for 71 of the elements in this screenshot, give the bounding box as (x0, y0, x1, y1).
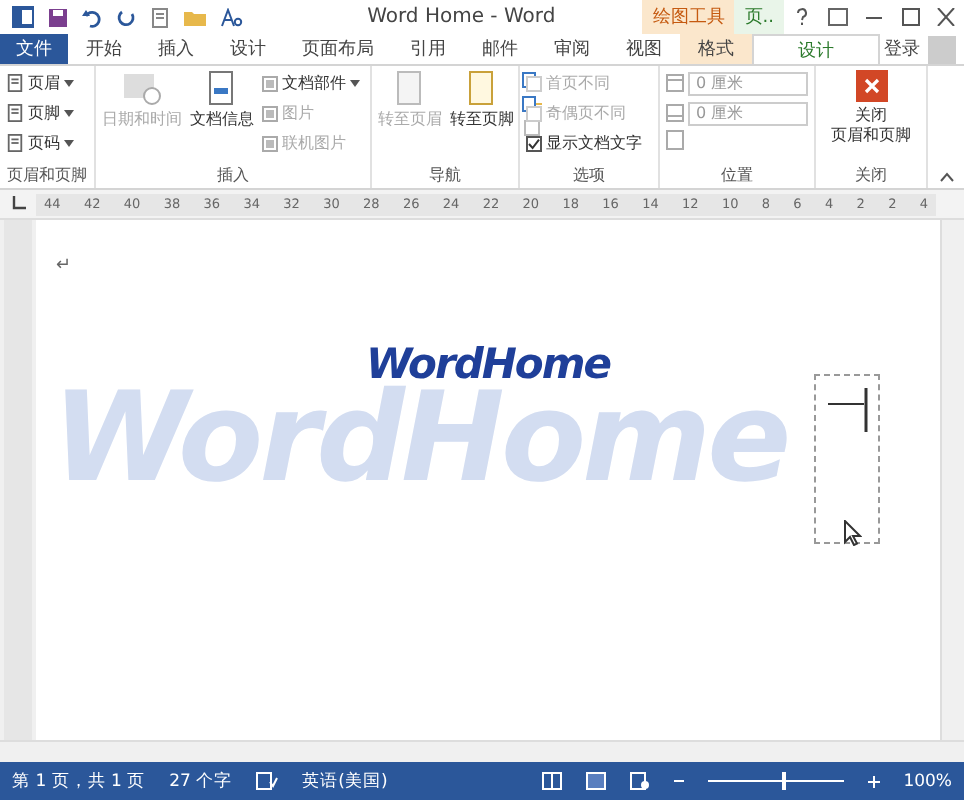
ribbon-tab[interactable]: 设计 (752, 34, 880, 64)
group-label: 导航 (427, 164, 463, 186)
group-label: 插入 (215, 164, 251, 186)
ribbon-tab[interactable]: 开始 (68, 34, 140, 64)
ribbon-tab[interactable]: 邮件 (464, 34, 536, 64)
page-icon (6, 134, 24, 152)
caret-icon (64, 79, 74, 87)
close-header-footer-button[interactable]: 关闭 页眉和页脚 (831, 70, 911, 164)
margin-icon (666, 104, 684, 122)
page-icon (6, 104, 24, 122)
undo-icon[interactable] (82, 7, 102, 27)
ribbon-tab[interactable]: 引用 (392, 34, 464, 64)
calendar-clock-icon (122, 70, 162, 106)
horizontal-scrollbar[interactable] (0, 740, 964, 762)
go-to-footer-button[interactable]: 转至页脚 (450, 70, 514, 164)
redo-icon[interactable] (116, 7, 136, 27)
save-icon[interactable] (48, 7, 68, 27)
context-tab-header: 绘图工具 (642, 0, 735, 34)
web-layout-icon[interactable] (629, 772, 650, 790)
ribbon-tab[interactable]: 格式 (680, 34, 752, 64)
group-label: 关闭 (853, 164, 889, 186)
word-logo-icon[interactable] (12, 6, 34, 28)
option-label: 奇偶页不同 (546, 102, 626, 124)
sign-in-link[interactable]: 登录 (884, 34, 928, 64)
ribbon-dropdown-button[interactable]: 页码 (6, 130, 74, 156)
page-count: 第 1 页，共 1 页 (12, 769, 146, 793)
ribbon-dropdown-button[interactable]: 页眉 (6, 70, 74, 96)
language-label[interactable]: 英语(美国) (302, 769, 388, 793)
group-label: 选项 (571, 164, 607, 186)
mouse-cursor-icon (844, 520, 862, 546)
paragraph-mark: ↵ (56, 256, 72, 276)
zoom-in-icon[interactable] (867, 775, 880, 787)
page-icon (394, 70, 426, 106)
close-icon (863, 78, 879, 94)
ribbon-tab[interactable]: 页面布局 (284, 34, 392, 64)
group-label: 位置 (719, 164, 755, 186)
ribbon-tab[interactable]: 文件 (0, 34, 68, 64)
new-document-icon (150, 7, 170, 27)
group-label: 页眉和页脚 (6, 164, 88, 186)
print-layout-icon[interactable] (585, 772, 606, 790)
margin-icon (666, 74, 684, 92)
zoom-out-icon[interactable] (673, 776, 684, 786)
parts-icon (262, 75, 278, 91)
word-count: 27 个字 (169, 769, 233, 793)
document-icon (206, 70, 238, 106)
ribbon-tab[interactable]: 插入 (140, 34, 212, 64)
zoom-slider-thumb[interactable] (782, 772, 787, 790)
option-label: 首页不同 (546, 72, 610, 94)
checkbox[interactable] (526, 135, 542, 151)
proofing-icon[interactable] (256, 772, 279, 790)
document-info-button[interactable]: 文档信息 (190, 70, 254, 164)
window-title: Word Home - Word (365, 6, 558, 28)
ribbon-dropdown-button[interactable]: 页脚 (6, 100, 74, 126)
caret-icon (64, 139, 74, 147)
link-icon[interactable] (522, 118, 542, 138)
caret-icon (350, 79, 360, 87)
collapse-ribbon-icon[interactable] (940, 172, 954, 182)
ribbon-tab[interactable]: 视图 (608, 34, 680, 64)
ribbon-tab[interactable]: 审阅 (536, 34, 608, 64)
ribbon-tab[interactable]: 设计 (212, 34, 284, 64)
page-icon (466, 70, 498, 106)
read-mode-icon[interactable] (541, 772, 562, 790)
page-icon (6, 74, 24, 92)
option-label: 显示文档文字 (546, 132, 642, 154)
context-tab-header: 页.. (734, 0, 784, 34)
heading-text: WordHome (366, 340, 610, 388)
zoom-level[interactable]: 100% (903, 771, 952, 791)
document-parts-button[interactable]: 文档部件 (262, 70, 360, 96)
tab-stop-icon[interactable] (11, 195, 25, 209)
font-style-icon[interactable] (220, 7, 244, 27)
caret-icon (64, 109, 74, 117)
